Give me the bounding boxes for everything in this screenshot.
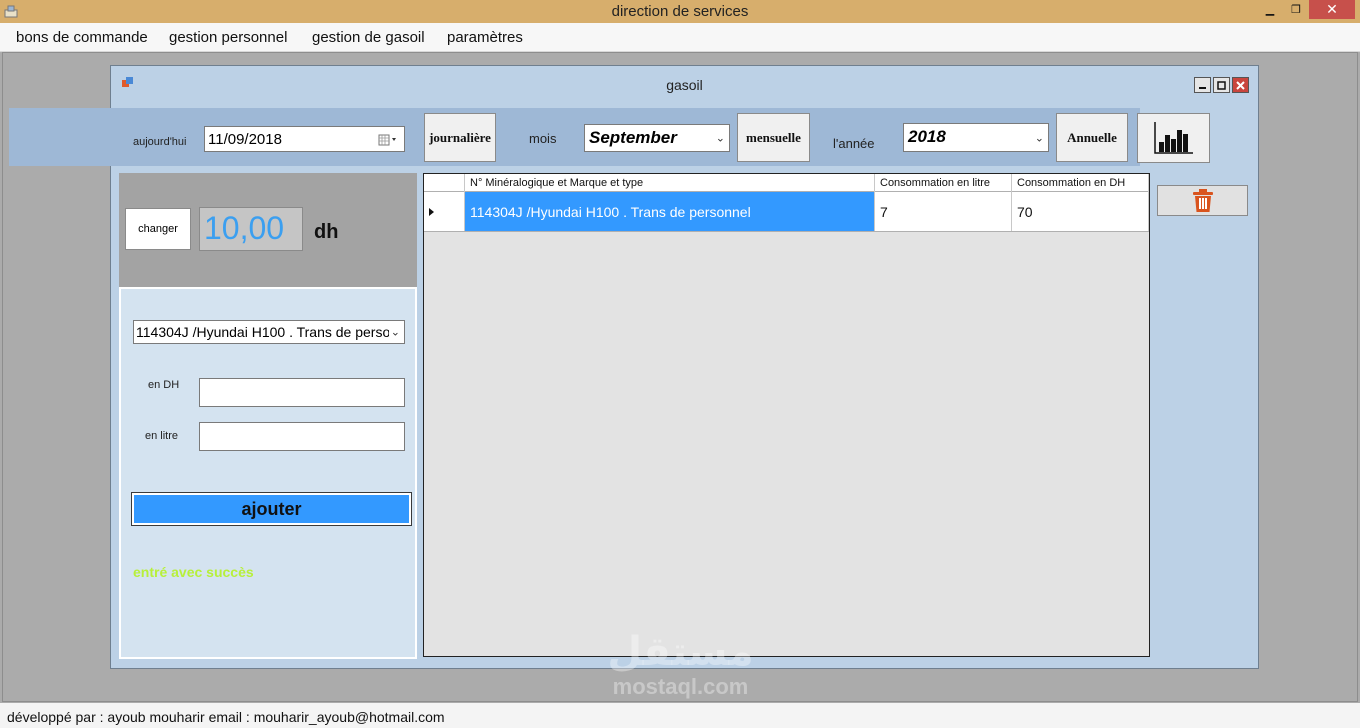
table-cell[interactable]: 114304J /Hyundai H100 . Trans de personn… <box>465 192 875 231</box>
price-value: 10,00 <box>204 210 285 246</box>
child-window-controls <box>1194 77 1249 93</box>
child-minimize-button[interactable] <box>1194 77 1211 93</box>
table-cell[interactable]: 7 <box>875 192 1012 231</box>
close-button[interactable]: ✕ <box>1309 0 1355 19</box>
window-controls: ▁ ❐ ✕ <box>1257 0 1355 20</box>
child-maximize-button[interactable] <box>1213 77 1230 93</box>
minimize-icon <box>1199 86 1206 89</box>
month-value: September <box>589 128 677 147</box>
monthly-button[interactable]: mensuelle <box>737 113 810 162</box>
row-header-corner <box>424 174 465 192</box>
maximize-button[interactable]: ❐ <box>1283 0 1309 19</box>
status-bar: développé par : ayoub mouharir email : m… <box>0 703 1360 728</box>
gasoil-titlebar: gasoil <box>111 66 1258 96</box>
row-selector[interactable] <box>424 192 465 231</box>
close-icon <box>1236 80 1245 90</box>
child-close-button[interactable] <box>1232 77 1249 93</box>
vehicle-select[interactable]: 114304J /Hyundai H100 . Trans de person … <box>133 320 405 344</box>
row-pointer-icon <box>429 208 434 216</box>
date-picker[interactable]: 11/09/2018 <box>204 126 405 152</box>
bar-chart-icon <box>1153 122 1193 154</box>
column-header[interactable]: Consommation en DH <box>1012 174 1149 192</box>
maximize-icon <box>1217 80 1226 90</box>
menu-parametres[interactable]: paramètres <box>447 29 523 46</box>
consumption-grid[interactable]: N° Minéralogique et Marque et type Conso… <box>423 173 1150 657</box>
add-button-frame: ajouter <box>131 492 412 526</box>
menu-bons-de-commande[interactable]: bons de commande <box>16 29 148 46</box>
chevron-down-icon: ⌄ <box>388 325 400 339</box>
calendar-dropdown-icon[interactable] <box>378 134 400 146</box>
success-message: entré avec succès <box>133 564 254 580</box>
developer-credit: développé par : ayoub mouharir email : m… <box>7 709 445 725</box>
year-select[interactable]: 2018 ⌄ <box>903 123 1049 152</box>
minimize-button[interactable]: ▁ <box>1257 0 1283 19</box>
delete-button[interactable] <box>1157 185 1248 216</box>
year-value: 2018 <box>908 127 946 146</box>
gasoil-title: gasoil <box>666 77 703 93</box>
menu-bar: bons de commande gestion personnel gesti… <box>0 23 1360 52</box>
annual-button[interactable]: Annuelle <box>1056 113 1128 162</box>
chevron-down-icon: ⌄ <box>715 132 725 145</box>
table-row[interactable]: 114304J /Hyundai H100 . Trans de personn… <box>424 192 1149 232</box>
watermark-arabic: مستقل <box>607 630 754 674</box>
price-unit: dh <box>314 221 339 243</box>
date-value: 11/09/2018 <box>208 131 282 148</box>
month-label: mois <box>529 131 557 146</box>
grid-header: N° Minéralogique et Marque et type Conso… <box>424 174 1149 192</box>
add-button[interactable]: ajouter <box>134 495 409 523</box>
column-header[interactable]: N° Minéralogique et Marque et type <box>465 174 875 192</box>
dh-label: en DH <box>148 379 180 391</box>
vehicle-value: 114304J /Hyundai H100 . Trans de person <box>136 324 399 340</box>
chart-button[interactable] <box>1137 113 1210 163</box>
app-title: direction de services <box>611 3 749 20</box>
today-label: aujourd'hui <box>133 136 187 148</box>
app-titlebar: direction de services ▁ ❐ ✕ <box>0 0 1360 23</box>
month-select[interactable]: September ⌄ <box>584 124 730 152</box>
dh-input[interactable] <box>199 378 405 407</box>
litre-label: en litre <box>145 430 179 442</box>
table-cell[interactable]: 70 <box>1012 192 1149 231</box>
year-label: l'année <box>833 136 875 151</box>
column-header[interactable]: Consommation en litre <box>875 174 1012 192</box>
trash-icon <box>1192 188 1213 212</box>
litre-input[interactable] <box>199 422 405 451</box>
menu-gestion-de-gasoil[interactable]: gestion de gasoil <box>312 29 425 46</box>
change-button[interactable]: changer <box>125 208 191 250</box>
chevron-down-icon: ⌄ <box>1034 132 1044 144</box>
watermark-latin: mostaql.com <box>612 674 749 699</box>
price-field: 10,00 <box>199 207 303 251</box>
daily-button[interactable]: journalière <box>424 113 496 162</box>
watermark: مستقل mostaql.com <box>598 630 763 710</box>
menu-gestion-personnel[interactable]: gestion personnel <box>169 29 287 46</box>
